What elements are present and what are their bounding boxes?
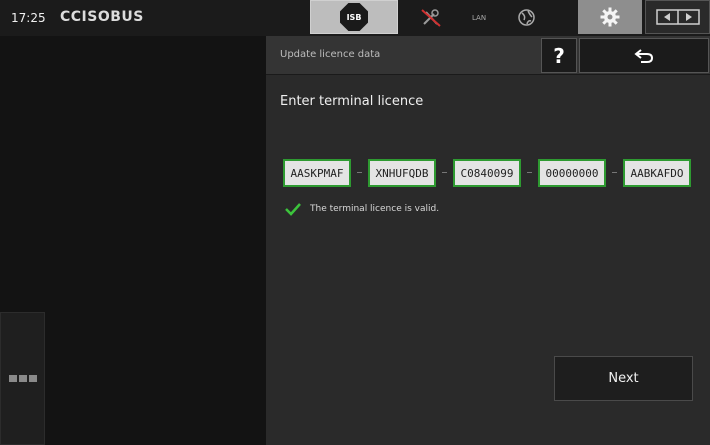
main-panel: Update licence data ? Enter terminal lic… xyxy=(266,36,710,445)
page-title: Update licence data xyxy=(280,49,381,60)
isb-button[interactable]: ISB xyxy=(310,0,398,34)
separator xyxy=(442,172,447,173)
licence-field-4[interactable]: 00000000 xyxy=(538,159,606,187)
tools-disabled-icon xyxy=(421,9,441,27)
separator xyxy=(612,172,617,173)
licence-field-5[interactable]: AABKAFDO xyxy=(623,159,691,187)
menu-dot-icon xyxy=(8,375,17,382)
swap-screens-icon xyxy=(655,9,700,25)
licence-valid-message: The terminal licence is valid. xyxy=(310,204,440,214)
isb-label: ISB xyxy=(346,12,362,22)
section-title: Enter terminal licence xyxy=(280,94,424,109)
menu-dot-icon xyxy=(28,375,37,382)
settings-button[interactable] xyxy=(578,0,642,34)
gear-icon xyxy=(600,7,620,27)
clock: 17:25 xyxy=(11,11,46,25)
help-button[interactable]: ? xyxy=(541,38,577,73)
separator xyxy=(527,172,532,173)
licence-field-2[interactable]: XNHUFQDB xyxy=(368,159,436,187)
licence-field-3[interactable]: C0840099 xyxy=(453,159,521,187)
isb-stop-icon: ISB xyxy=(340,3,368,31)
menu-dot-icon xyxy=(18,375,27,382)
back-button[interactable] xyxy=(579,38,709,73)
lan-status: LAN xyxy=(472,14,487,22)
licence-field-1[interactable]: AASKPMAF xyxy=(283,159,351,187)
top-bar: 17:25 CCISOBUS ISB LAN xyxy=(0,0,710,36)
separator xyxy=(357,172,362,173)
licence-status: The terminal licence is valid. xyxy=(284,202,439,216)
swap-screens-button[interactable] xyxy=(645,0,710,34)
panel-header: Update licence data ? xyxy=(266,36,710,75)
next-button[interactable]: Next xyxy=(554,356,693,401)
isobus-logo: CCISOBUS xyxy=(60,9,144,25)
return-arrow-icon xyxy=(634,48,654,63)
app-menu-button[interactable] xyxy=(0,312,45,445)
checkmark-icon xyxy=(285,203,301,216)
globe-icon xyxy=(518,9,535,26)
